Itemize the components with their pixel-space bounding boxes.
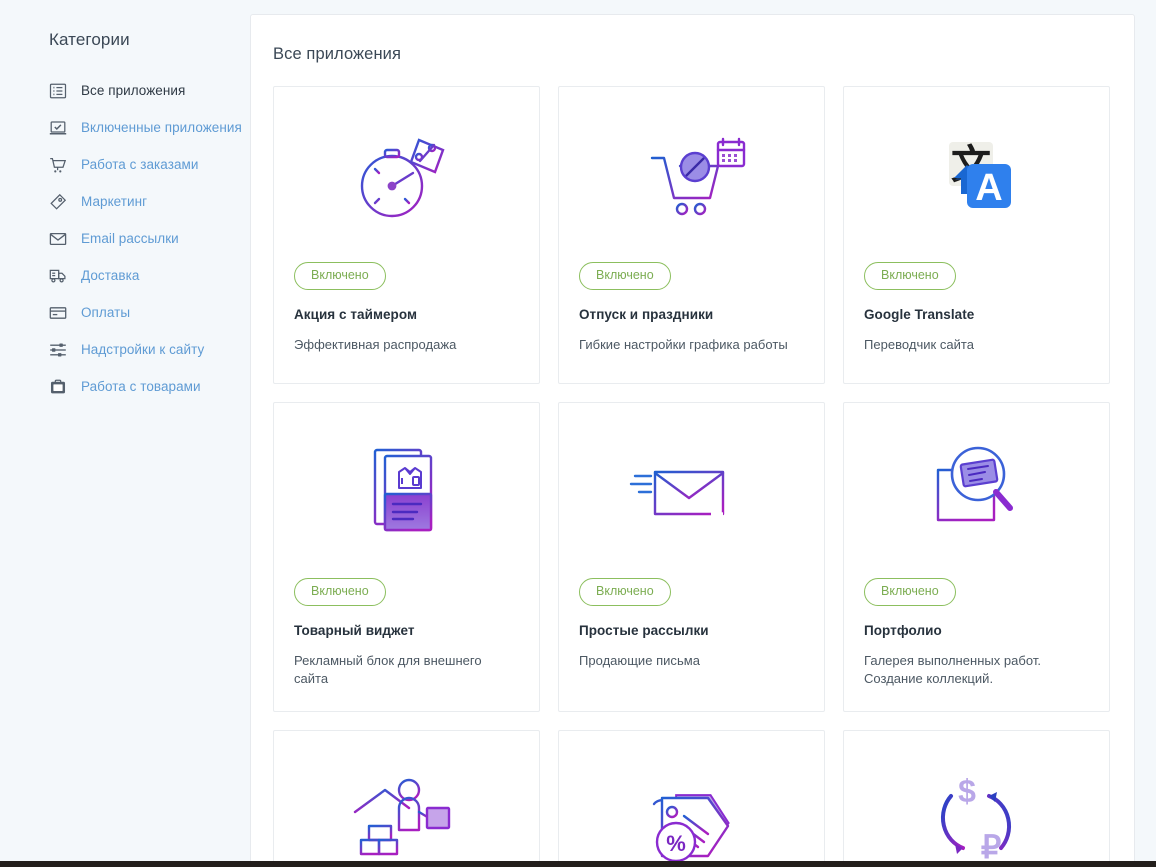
- product-widget-icon: [294, 403, 519, 578]
- app-description: Галерея выполненных работ. Создание колл…: [864, 652, 1042, 687]
- app-card[interactable]: $ ₽: [843, 730, 1110, 866]
- sidebar-item-label: Маркетинг: [81, 194, 148, 209]
- app-title: Google Translate: [864, 306, 975, 322]
- sidebar-item-label: Работа с заказами: [81, 157, 199, 172]
- main-content: Все приложения Включено Акция с таймером…: [250, 0, 1156, 867]
- app-description: Продающие письма: [579, 652, 700, 668]
- google-translate-icon: 文 A: [864, 87, 1089, 262]
- app-description: Эффективная распродажа: [294, 336, 457, 352]
- sidebar-item-label: Все приложения: [81, 83, 186, 98]
- app-card[interactable]: %: [558, 730, 825, 866]
- app-title: Товарный виджет: [294, 622, 415, 638]
- sidebar-item-label: Включенные приложения: [81, 120, 242, 135]
- sidebar-item-orders[interactable]: Работа с заказами: [0, 146, 250, 183]
- app-card[interactable]: 文 A Включено Google Translate Переводчик…: [843, 86, 1110, 384]
- cart-calendar-icon: [579, 87, 804, 262]
- list-icon: [49, 82, 67, 100]
- courier-delivery-icon: [294, 731, 519, 866]
- app-card[interactable]: Включено Портфолио Галерея выполненных р…: [843, 402, 1110, 713]
- app-description: Переводчик сайта: [864, 336, 975, 352]
- app-description: Гибкие настройки графика работы: [579, 336, 788, 352]
- sidebar-item-payments[interactable]: Оплаты: [0, 294, 250, 331]
- app-title: Портфолио: [864, 622, 942, 638]
- sidebar-item-email[interactable]: Email рассылки: [0, 220, 250, 257]
- apps-grid: Включено Акция с таймером Эффективная ра…: [273, 86, 1110, 866]
- app-title: Отпуск и праздники: [579, 306, 714, 322]
- sidebar-item-label: Доставка: [81, 268, 140, 283]
- status-badge[interactable]: Включено: [294, 262, 386, 290]
- page-title: Все приложения: [273, 45, 402, 63]
- svg-text:$: $: [958, 773, 976, 809]
- app-card[interactable]: Включено Отпуск и праздники Гибкие настр…: [558, 86, 825, 384]
- app-card[interactable]: Включено Акция с таймером Эффективная ра…: [273, 86, 540, 384]
- svg-text:A: A: [975, 167, 1002, 209]
- sidebar-item-delivery[interactable]: Доставка: [0, 257, 250, 294]
- status-badge[interactable]: Включено: [864, 262, 956, 290]
- app-title: Акция с таймером: [294, 306, 418, 322]
- truck-icon: [49, 267, 67, 285]
- sidebar-item-label: Работа с товарами: [81, 379, 201, 394]
- sidebar-item-site-addons[interactable]: Надстройки к сайту: [0, 331, 250, 368]
- laptop-check-icon: [49, 119, 67, 137]
- portfolio-magnifier-icon: [864, 403, 1089, 578]
- apps-catalog-page: Категории Все приложения Включенные прил…: [0, 0, 1156, 867]
- tag-icon: [49, 193, 67, 211]
- sidebar-item-label: Email рассылки: [81, 231, 179, 246]
- sidebar-item-enabled-apps[interactable]: Включенные приложения: [0, 109, 250, 146]
- apps-panel: Все приложения Включено Акция с таймером…: [250, 14, 1135, 867]
- flying-envelope-icon: [579, 403, 804, 578]
- app-description: Рекламный блок для внешнего сайта: [294, 652, 482, 687]
- sidebar-item-marketing[interactable]: Маркетинг: [0, 183, 250, 220]
- app-card[interactable]: Включено Простые рассылки Продающие пись…: [558, 402, 825, 713]
- briefcase-icon: [49, 378, 67, 396]
- discount-tags-icon: %: [579, 731, 804, 866]
- cart-icon: [49, 156, 67, 174]
- sidebar: Категории Все приложения Включенные прил…: [0, 0, 250, 867]
- bottom-bar: [0, 861, 1156, 867]
- stopwatch-discount-icon: [294, 87, 519, 262]
- sidebar-title: Категории: [49, 30, 130, 49]
- status-badge[interactable]: Включено: [579, 578, 671, 606]
- sidebar-item-label: Надстройки к сайту: [81, 342, 205, 357]
- svg-text:₽: ₽: [980, 829, 1000, 865]
- app-card[interactable]: [273, 730, 540, 866]
- app-title: Простые рассылки: [579, 622, 709, 638]
- status-badge[interactable]: Включено: [864, 578, 956, 606]
- status-badge[interactable]: Включено: [294, 578, 386, 606]
- sidebar-item-label: Оплаты: [81, 305, 131, 320]
- currency-exchange-icon: $ ₽: [864, 731, 1089, 866]
- sidebar-nav: Все приложения Включенные приложения Раб…: [0, 72, 250, 405]
- svg-text:%: %: [666, 831, 686, 856]
- sliders-icon: [49, 341, 67, 359]
- card-icon: [49, 304, 67, 322]
- envelope-icon: [49, 230, 67, 248]
- app-card[interactable]: Включено Товарный виджет Рекламный блок …: [273, 402, 540, 713]
- status-badge[interactable]: Включено: [579, 262, 671, 290]
- sidebar-item-products[interactable]: Работа с товарами: [0, 368, 250, 405]
- sidebar-item-all-apps[interactable]: Все приложения: [0, 72, 250, 109]
